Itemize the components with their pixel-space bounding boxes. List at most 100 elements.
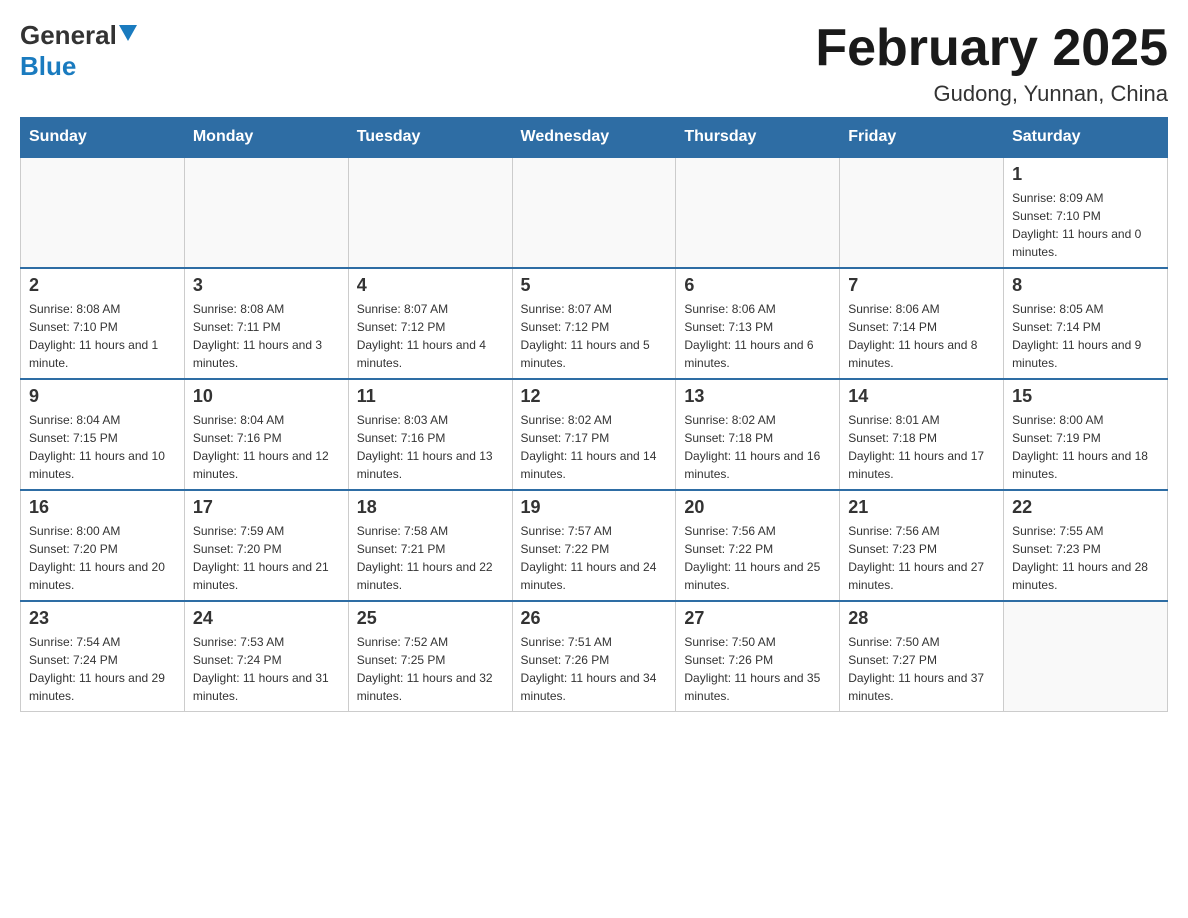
logo: General Blue [20, 20, 137, 82]
day-info: Sunrise: 7:53 AMSunset: 7:24 PMDaylight:… [193, 633, 340, 705]
day-number: 4 [357, 275, 504, 296]
day-number: 15 [1012, 386, 1159, 407]
day-info: Sunrise: 7:57 AMSunset: 7:22 PMDaylight:… [521, 522, 668, 594]
day-info: Sunrise: 7:51 AMSunset: 7:26 PMDaylight:… [521, 633, 668, 705]
day-number: 17 [193, 497, 340, 518]
calendar-cell [184, 157, 348, 268]
day-number: 10 [193, 386, 340, 407]
calendar-week-row: 16 Sunrise: 8:00 AMSunset: 7:20 PMDayligh… [21, 490, 1168, 601]
calendar-cell: 28 Sunrise: 7:50 AMSunset: 7:27 PMDayligh… [840, 601, 1004, 712]
day-info: Sunrise: 8:03 AMSunset: 7:16 PMDaylight:… [357, 411, 504, 483]
day-info: Sunrise: 8:01 AMSunset: 7:18 PMDaylight:… [848, 411, 995, 483]
calendar-cell: 25 Sunrise: 7:52 AMSunset: 7:25 PMDayligh… [348, 601, 512, 712]
day-of-week-sunday: Sunday [21, 118, 185, 158]
day-info: Sunrise: 8:08 AMSunset: 7:10 PMDaylight:… [29, 300, 176, 372]
calendar-title: February 2025 [815, 20, 1168, 77]
day-info: Sunrise: 8:04 AMSunset: 7:15 PMDaylight:… [29, 411, 176, 483]
calendar-cell: 3 Sunrise: 8:08 AMSunset: 7:11 PMDaylight… [184, 268, 348, 379]
day-number: 14 [848, 386, 995, 407]
logo-general-text: General [20, 20, 117, 51]
day-info: Sunrise: 8:07 AMSunset: 7:12 PMDaylight:… [357, 300, 504, 372]
day-number: 1 [1012, 164, 1159, 185]
day-info: Sunrise: 8:05 AMSunset: 7:14 PMDaylight:… [1012, 300, 1159, 372]
calendar-cell: 20 Sunrise: 7:56 AMSunset: 7:22 PMDayligh… [676, 490, 840, 601]
calendar-cell: 19 Sunrise: 7:57 AMSunset: 7:22 PMDayligh… [512, 490, 676, 601]
day-info: Sunrise: 8:08 AMSunset: 7:11 PMDaylight:… [193, 300, 340, 372]
calendar-table: SundayMondayTuesdayWednesdayThursdayFrid… [20, 117, 1168, 712]
day-number: 24 [193, 608, 340, 629]
calendar-cell: 27 Sunrise: 7:50 AMSunset: 7:26 PMDayligh… [676, 601, 840, 712]
calendar-cell: 8 Sunrise: 8:05 AMSunset: 7:14 PMDaylight… [1004, 268, 1168, 379]
day-number: 13 [684, 386, 831, 407]
calendar-subtitle: Gudong, Yunnan, China [815, 81, 1168, 107]
day-number: 3 [193, 275, 340, 296]
day-number: 20 [684, 497, 831, 518]
day-of-week-saturday: Saturday [1004, 118, 1168, 158]
day-of-week-friday: Friday [840, 118, 1004, 158]
calendar-cell: 11 Sunrise: 8:03 AMSunset: 7:16 PMDayligh… [348, 379, 512, 490]
day-number: 5 [521, 275, 668, 296]
calendar-cell: 12 Sunrise: 8:02 AMSunset: 7:17 PMDayligh… [512, 379, 676, 490]
day-info: Sunrise: 8:04 AMSunset: 7:16 PMDaylight:… [193, 411, 340, 483]
day-info: Sunrise: 8:02 AMSunset: 7:17 PMDaylight:… [521, 411, 668, 483]
day-info: Sunrise: 8:00 AMSunset: 7:20 PMDaylight:… [29, 522, 176, 594]
day-of-week-monday: Monday [184, 118, 348, 158]
calendar-cell: 17 Sunrise: 7:59 AMSunset: 7:20 PMDayligh… [184, 490, 348, 601]
calendar-cell: 15 Sunrise: 8:00 AMSunset: 7:19 PMDayligh… [1004, 379, 1168, 490]
calendar-cell [348, 157, 512, 268]
calendar-cell: 14 Sunrise: 8:01 AMSunset: 7:18 PMDayligh… [840, 379, 1004, 490]
calendar-cell: 21Sunrise: 7:56 AMSunset: 7:23 PMDayligh… [840, 490, 1004, 601]
day-info: Sunrise: 7:50 AMSunset: 7:26 PMDaylight:… [684, 633, 831, 705]
calendar-cell: 18 Sunrise: 7:58 AMSunset: 7:21 PMDayligh… [348, 490, 512, 601]
calendar-cell: 7 Sunrise: 8:06 AMSunset: 7:14 PMDaylight… [840, 268, 1004, 379]
day-number: 27 [684, 608, 831, 629]
day-number: 23 [29, 608, 176, 629]
calendar-week-row: 2 Sunrise: 8:08 AMSunset: 7:10 PMDaylight… [21, 268, 1168, 379]
day-number: 6 [684, 275, 831, 296]
day-info: Sunrise: 8:06 AMSunset: 7:14 PMDaylight:… [848, 300, 995, 372]
day-number: 12 [521, 386, 668, 407]
day-number: 8 [1012, 275, 1159, 296]
day-info: Sunrise: 8:06 AMSunset: 7:13 PMDaylight:… [684, 300, 831, 372]
calendar-cell: 26 Sunrise: 7:51 AMSunset: 7:26 PMDayligh… [512, 601, 676, 712]
day-of-week-tuesday: Tuesday [348, 118, 512, 158]
calendar-cell: 10 Sunrise: 8:04 AMSunset: 7:16 PMDayligh… [184, 379, 348, 490]
calendar-cell: 1Sunrise: 8:09 AMSunset: 7:10 PMDaylight… [1004, 157, 1168, 268]
calendar-cell: 2 Sunrise: 8:08 AMSunset: 7:10 PMDaylight… [21, 268, 185, 379]
day-info: Sunrise: 7:59 AMSunset: 7:20 PMDaylight:… [193, 522, 340, 594]
day-info: Sunrise: 8:00 AMSunset: 7:19 PMDaylight:… [1012, 411, 1159, 483]
day-number: 25 [357, 608, 504, 629]
day-info: Sunrise: 7:52 AMSunset: 7:25 PMDaylight:… [357, 633, 504, 705]
day-number: 2 [29, 275, 176, 296]
calendar-cell: 4 Sunrise: 8:07 AMSunset: 7:12 PMDaylight… [348, 268, 512, 379]
day-number: 19 [521, 497, 668, 518]
day-number: 26 [521, 608, 668, 629]
day-info: Sunrise: 7:55 AMSunset: 7:23 PMDaylight:… [1012, 522, 1159, 594]
day-number: 11 [357, 386, 504, 407]
day-info: Sunrise: 8:02 AMSunset: 7:18 PMDaylight:… [684, 411, 831, 483]
calendar-cell: 24 Sunrise: 7:53 AMSunset: 7:24 PMDayligh… [184, 601, 348, 712]
calendar-cell: 5 Sunrise: 8:07 AMSunset: 7:12 PMDaylight… [512, 268, 676, 379]
calendar-cell [676, 157, 840, 268]
title-block: February 2025 Gudong, Yunnan, China [815, 20, 1168, 107]
day-info: Sunrise: 7:58 AMSunset: 7:21 PMDaylight:… [357, 522, 504, 594]
calendar-cell: 13 Sunrise: 8:02 AMSunset: 7:18 PMDayligh… [676, 379, 840, 490]
day-number: 7 [848, 275, 995, 296]
calendar-week-row: 1Sunrise: 8:09 AMSunset: 7:10 PMDaylight… [21, 157, 1168, 268]
calendar-cell: 22 Sunrise: 7:55 AMSunset: 7:23 PMDayligh… [1004, 490, 1168, 601]
day-number: 9 [29, 386, 176, 407]
day-number: 28 [848, 608, 995, 629]
page-header: General Blue February 2025 Gudong, Yunna… [20, 20, 1168, 107]
calendar-cell [512, 157, 676, 268]
day-number: 22 [1012, 497, 1159, 518]
day-of-week-thursday: Thursday [676, 118, 840, 158]
day-info: Sunrise: 8:07 AMSunset: 7:12 PMDaylight:… [521, 300, 668, 372]
day-number: 16 [29, 497, 176, 518]
calendar-header-row: SundayMondayTuesdayWednesdayThursdayFrid… [21, 118, 1168, 158]
day-info: Sunrise: 7:54 AMSunset: 7:24 PMDaylight:… [29, 633, 176, 705]
day-info: Sunrise: 7:50 AMSunset: 7:27 PMDaylight:… [848, 633, 995, 705]
day-info: Sunrise: 7:56 AMSunset: 7:22 PMDaylight:… [684, 522, 831, 594]
day-number: 21 [848, 497, 995, 518]
day-number: 18 [357, 497, 504, 518]
calendar-cell [840, 157, 1004, 268]
